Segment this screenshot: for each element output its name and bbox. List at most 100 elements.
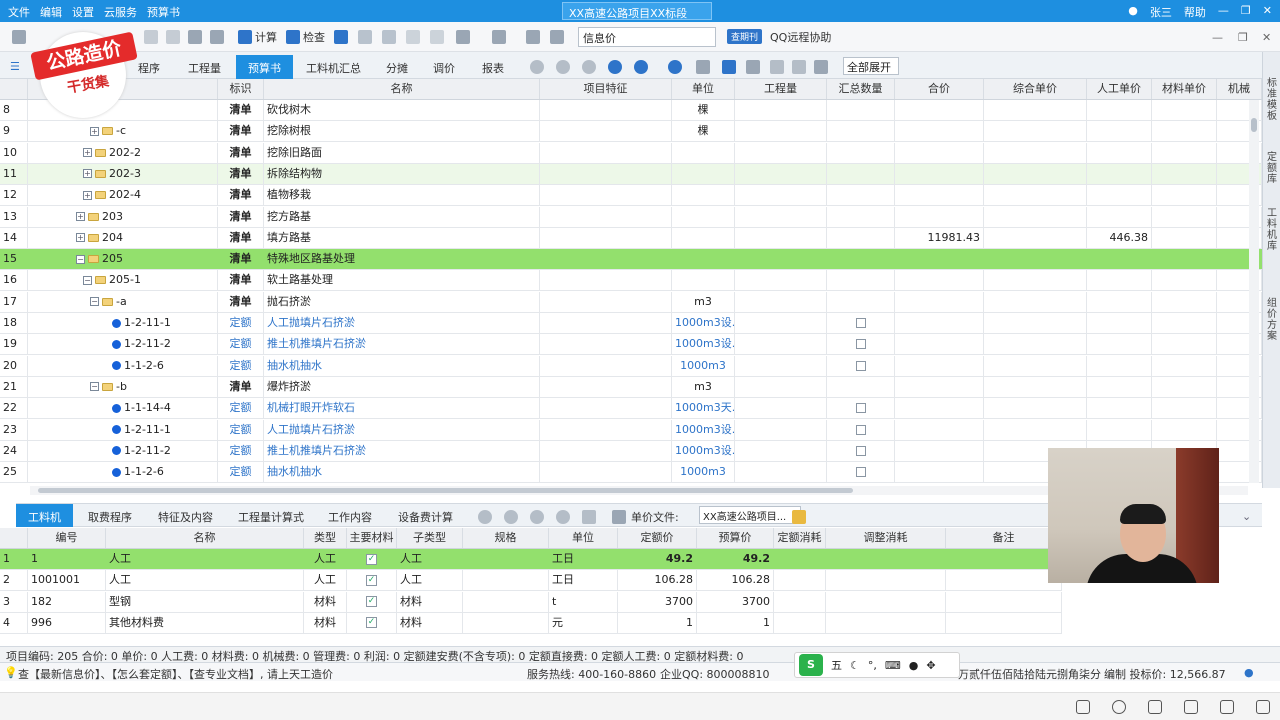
- row-sum-quantity[interactable]: [827, 419, 895, 440]
- row-material-price[interactable]: [1152, 398, 1217, 419]
- find-icon[interactable]: [210, 28, 224, 46]
- row-total[interactable]: [895, 313, 984, 333]
- table-row[interactable]: 8 清单 砍伐树木 棵: [0, 100, 1262, 121]
- cut-icon[interactable]: [144, 28, 158, 46]
- row-unit-price[interactable]: [984, 100, 1087, 120]
- detail-tool-icon-2[interactable]: [504, 508, 518, 526]
- row-code[interactable]: +202-4: [28, 185, 218, 206]
- row-quantity[interactable]: [735, 440, 827, 461]
- row-unit[interactable]: [672, 185, 735, 206]
- message-icon[interactable]: ●: [1244, 666, 1254, 679]
- row-labor-price[interactable]: [1087, 206, 1152, 227]
- new-icon[interactable]: [12, 28, 26, 46]
- row-feature[interactable]: [540, 185, 672, 206]
- row-labor-price[interactable]: [1087, 142, 1152, 163]
- row-type[interactable]: 清单: [218, 249, 264, 270]
- row-feature[interactable]: [540, 121, 672, 142]
- row-number[interactable]: 13: [0, 206, 28, 227]
- tab-report[interactable]: 报表: [470, 55, 516, 79]
- row-number[interactable]: 12: [0, 185, 28, 206]
- row-labor-price[interactable]: [1087, 376, 1152, 397]
- row-unit-price[interactable]: [984, 398, 1087, 419]
- row-sum-quantity[interactable]: [827, 291, 895, 312]
- row-sum-quantity[interactable]: [827, 376, 895, 397]
- col-header-unit-price[interactable]: 综合单价: [984, 79, 1087, 99]
- mrow-adjusted-consumption[interactable]: [826, 612, 946, 633]
- row-sum-quantity[interactable]: [827, 462, 895, 483]
- mrow-adjusted-consumption[interactable]: [826, 549, 946, 569]
- row-sum-quantity[interactable]: [827, 100, 895, 120]
- row-labor-price[interactable]: [1087, 419, 1152, 440]
- menu-edit[interactable]: 编辑: [40, 4, 62, 20]
- row-feature[interactable]: [540, 313, 672, 333]
- row-unit-price[interactable]: [984, 185, 1087, 206]
- keyboard-icon[interactable]: ⌨: [885, 659, 901, 672]
- row-labor-price[interactable]: [1087, 334, 1152, 355]
- row-type[interactable]: 定额: [218, 313, 264, 333]
- row-number[interactable]: 14: [0, 227, 28, 248]
- mrow-unit[interactable]: 工日: [549, 549, 618, 569]
- row-type[interactable]: 清单: [218, 185, 264, 206]
- expand-icon[interactable]: +: [83, 190, 92, 200]
- mrow-adjusted-consumption[interactable]: [826, 570, 946, 591]
- row-quantity[interactable]: [735, 291, 827, 312]
- main-material-checkbox[interactable]: ✓: [366, 596, 377, 608]
- row-code[interactable]: +203: [28, 206, 218, 227]
- sum-checkbox[interactable]: [855, 339, 866, 350]
- row-type[interactable]: 定额: [218, 398, 264, 419]
- mcol-header-budget-price[interactable]: 预算价: [697, 528, 774, 548]
- price-file-select[interactable]: XX高速公路项目...: [699, 506, 801, 524]
- tab-price-adjust[interactable]: 调价: [421, 55, 467, 79]
- mcol-header-main-material[interactable]: 主要材料: [347, 528, 397, 548]
- row-total[interactable]: [895, 270, 984, 291]
- row-sum-quantity[interactable]: [827, 313, 895, 333]
- row-unit[interactable]: [672, 249, 735, 270]
- row-sum-quantity[interactable]: [827, 249, 895, 270]
- lock-icon[interactable]: [746, 58, 760, 76]
- sum-checkbox[interactable]: [855, 318, 866, 328]
- tab-work-content[interactable]: 工作内容: [316, 504, 384, 527]
- mrow-main-material[interactable]: ✓: [347, 591, 397, 612]
- qq-remote-button[interactable]: QQ远程协助: [770, 28, 831, 46]
- mcol-header-spec[interactable]: 规格: [463, 528, 549, 548]
- mrow-name[interactable]: 其他材料费: [106, 612, 304, 633]
- pin-icon[interactable]: [1076, 700, 1090, 714]
- tab-quantity-formula[interactable]: 工程量计算式: [226, 504, 316, 527]
- sum-checkbox[interactable]: [855, 360, 866, 371]
- menu-file[interactable]: 文件: [8, 4, 30, 20]
- row-code[interactable]: 1-1-2-6: [28, 355, 218, 376]
- mrow-main-material[interactable]: ✓: [347, 570, 397, 591]
- row-labor-price[interactable]: [1087, 313, 1152, 333]
- row-name[interactable]: 推土机推填片石挤淤: [264, 440, 540, 461]
- row-unit-price[interactable]: [984, 227, 1087, 248]
- row-sum-quantity[interactable]: [827, 270, 895, 291]
- row-feature[interactable]: [540, 376, 672, 397]
- mrow-number[interactable]: 1: [0, 549, 28, 569]
- sum-checkbox[interactable]: [855, 424, 866, 435]
- table-row[interactable]: 21 − -b 清单 爆炸挤淤 m3: [0, 376, 1262, 398]
- mrow-type[interactable]: 人工: [304, 570, 347, 591]
- row-total[interactable]: [895, 376, 984, 397]
- row-name[interactable]: 抽水机抽水: [264, 355, 540, 376]
- row-total[interactable]: [895, 163, 984, 184]
- row-unit-price[interactable]: [984, 121, 1087, 142]
- mcol-header-code[interactable]: 编号: [28, 528, 106, 548]
- expand-icon[interactable]: +: [76, 233, 85, 243]
- mrow-budget-price[interactable]: 49.2: [697, 549, 774, 569]
- table-row[interactable]: 12 +202-4 清单 植物移栽: [0, 185, 1262, 207]
- punctuation-icon[interactable]: °,: [868, 659, 877, 672]
- mrow-spec[interactable]: [463, 612, 549, 633]
- row-material-price[interactable]: [1152, 100, 1217, 120]
- row-name[interactable]: 填方路基: [264, 227, 540, 248]
- mrow-quota-consumption[interactable]: [774, 549, 826, 569]
- mrow-remarks[interactable]: [946, 570, 1062, 591]
- mrow-subtype[interactable]: 材料: [397, 591, 463, 612]
- row-feature[interactable]: [540, 142, 672, 163]
- material-row[interactable]: 2 1001001 人工 人工 ✓ 人工 工日 106.28 106.28: [0, 570, 1062, 592]
- apps-icon[interactable]: ✥: [926, 659, 935, 672]
- tab-materials[interactable]: 工料机: [16, 504, 73, 527]
- row-total[interactable]: [895, 462, 984, 483]
- row-unit-price[interactable]: [984, 142, 1087, 163]
- mrow-type[interactable]: 材料: [304, 591, 347, 612]
- row-number[interactable]: 19: [0, 334, 28, 355]
